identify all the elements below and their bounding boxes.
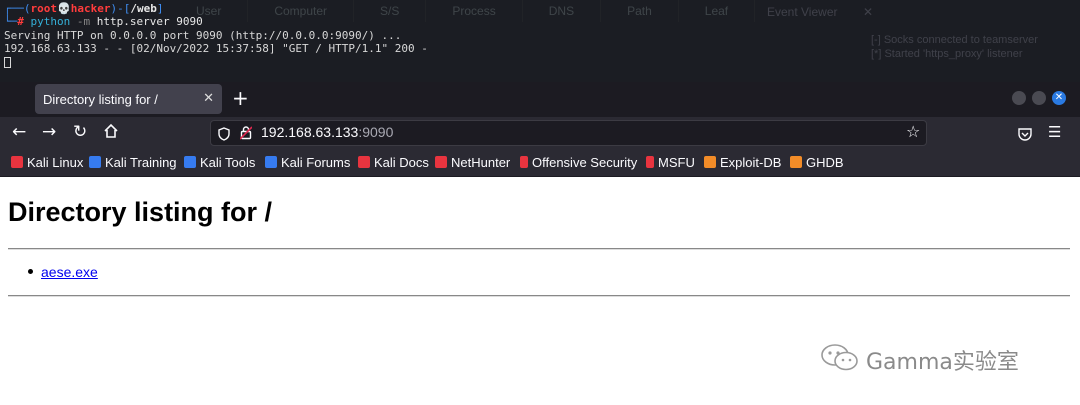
bg-tab: Path: [601, 0, 679, 22]
prompt-corner: └─: [4, 15, 18, 28]
shield-icon[interactable]: [218, 126, 230, 145]
nethunter-icon: [435, 156, 447, 168]
browser-tab-bar: Directory listing for / ✕: [0, 82, 1080, 117]
prompt-bracket: )-[: [110, 2, 131, 15]
back-arrow-icon[interactable]: ←: [12, 121, 26, 143]
background-event-viewer: Event Viewer ✕ [-] Socks connected to te…: [755, 0, 1080, 82]
bullet: [28, 269, 33, 274]
window-close-button[interactable]: ✕: [1052, 91, 1066, 105]
forward-arrow-icon[interactable]: →: [42, 121, 56, 143]
prompt-user: root: [30, 2, 58, 15]
event-line: [-] Socks connected to teamserver: [871, 34, 1038, 46]
bg-tab: S/S: [354, 0, 427, 22]
wechat-icon: [820, 343, 860, 377]
bookmark-label: GHDB: [806, 155, 844, 170]
event-viewer-title: Event Viewer: [767, 5, 838, 19]
divider: [8, 248, 1070, 250]
minimize-button[interactable]: [1012, 91, 1026, 105]
new-tab-button[interactable]: +: [232, 86, 249, 110]
command-option: -m: [76, 15, 91, 28]
bookmark-kali-training[interactable]: Kali Training: [89, 155, 177, 170]
bookmark-label: Kali Docs: [374, 155, 429, 170]
url-text[interactable]: 192.168.63.133:9090: [261, 124, 393, 140]
output-line: Serving HTTP on 0.0.0.0 port 9090 (http:…: [4, 29, 402, 42]
output-line: 192.168.63.133 - - [02/Nov/2022 15:37:58…: [4, 42, 428, 55]
list-item: aese.exe: [28, 264, 98, 280]
file-link[interactable]: aese.exe: [41, 264, 98, 280]
maximize-button[interactable]: [1032, 91, 1046, 105]
bookmark-kali-docs[interactable]: Kali Docs: [358, 155, 429, 170]
url-port: :9090: [358, 124, 394, 140]
bookmark-kali-tools[interactable]: Kali Tools: [184, 155, 255, 170]
ghdb-icon: [790, 156, 802, 168]
bookmark-offensive-security[interactable]: Offensive Security: [520, 155, 637, 170]
menu-icon[interactable]: ☰: [1048, 121, 1061, 143]
background-tabs: User Computer S/S Process DNS Path Leaf: [170, 0, 770, 22]
bookmark-exploit-db[interactable]: Exploit-DB: [704, 155, 781, 170]
bookmark-label: NetHunter: [451, 155, 511, 170]
page-title: Directory listing for /: [8, 197, 273, 227]
terminal-cursor[interactable]: [4, 57, 11, 69]
event-line: [*] Started 'https_proxy' listener: [871, 48, 1023, 60]
bg-tab: Leaf: [679, 0, 756, 22]
bookmark-label: Kali Forums: [281, 155, 351, 170]
close-icon[interactable]: ✕: [203, 90, 214, 106]
pocket-icon[interactable]: [1018, 126, 1032, 145]
bookmark-kali-linux[interactable]: Kali Linux: [11, 155, 83, 170]
file-list: aese.exe: [28, 264, 98, 280]
prompt-hash: #: [17, 15, 24, 28]
prompt-line: ┌──(root💀hacker)-[/web]: [4, 3, 163, 15]
divider: [8, 295, 1070, 297]
prompt-dir: /web: [130, 2, 157, 15]
terminal-window: User Computer S/S Process DNS Path Leaf …: [0, 0, 1080, 82]
exploit-db-icon: [704, 156, 716, 168]
bookmark-label: Offensive Security: [532, 155, 638, 170]
bookmark-ghdb[interactable]: GHDB: [790, 155, 844, 170]
reload-icon[interactable]: ↻: [73, 121, 87, 143]
bookmark-label: Exploit-DB: [720, 155, 782, 170]
bookmark-star-icon[interactable]: ☆: [906, 121, 920, 143]
tab-title: Directory listing for /: [43, 92, 158, 107]
bookmark-label: Kali Training: [105, 155, 177, 170]
tab-directory-listing[interactable]: Directory listing for / ✕: [35, 84, 222, 114]
close-icon: ✕: [863, 5, 874, 19]
prompt-bracket: ]: [156, 2, 164, 15]
kali-docs-icon: [358, 156, 370, 168]
kali-training-icon: [89, 156, 101, 168]
msfu-icon: [646, 156, 654, 168]
command-name: python: [30, 15, 71, 28]
skull-icon: 💀: [57, 2, 71, 15]
offsec-icon: [520, 156, 528, 168]
prompt-bracket: ┌──(: [4, 2, 31, 15]
bookmark-label: Kali Linux: [27, 155, 84, 170]
command-line: └─# python -m http.server 9090: [4, 16, 203, 28]
prompt-host: hacker: [70, 2, 111, 15]
bookmark-label: MSFU: [658, 155, 695, 170]
bookmark-label: Kali Tools: [200, 155, 256, 170]
bg-tab: Process: [426, 0, 523, 22]
bg-tab: DNS: [523, 0, 602, 22]
url-host: 192.168.63.133: [261, 124, 359, 140]
bookmark-msfu[interactable]: MSFU: [646, 155, 695, 170]
watermark-text: Gamma实验室: [866, 350, 1019, 375]
bookmark-kali-forums[interactable]: Kali Forums: [265, 155, 350, 170]
kali-forums-icon: [265, 156, 277, 168]
kali-icon: [11, 156, 23, 168]
home-icon[interactable]: [103, 121, 119, 143]
bg-tab: Computer: [248, 0, 355, 22]
insecure-lock-icon[interactable]: [239, 125, 253, 144]
command-args: http.server 9090: [96, 15, 203, 28]
bookmark-nethunter[interactable]: NetHunter: [435, 155, 510, 170]
kali-tools-icon: [184, 156, 196, 168]
